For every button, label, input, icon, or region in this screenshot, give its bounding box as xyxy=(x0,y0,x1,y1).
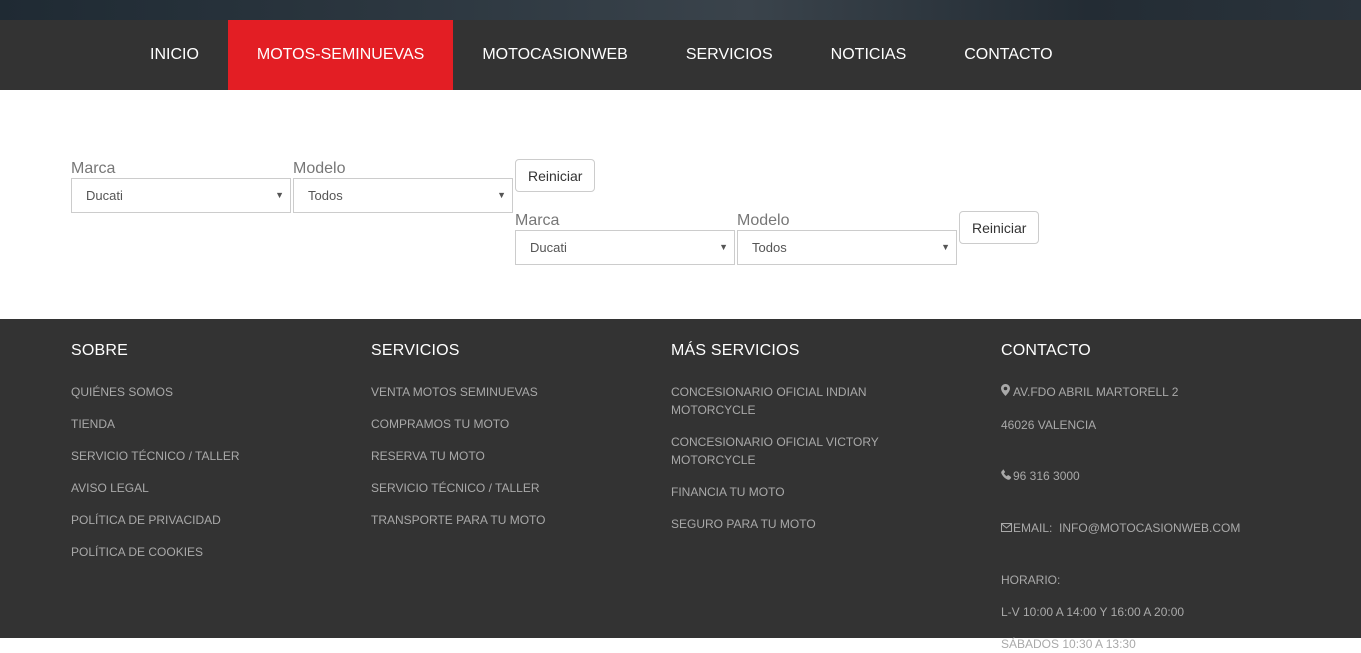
phone-text: 96 316 3000 xyxy=(1013,469,1080,483)
contact-address-line2: 46026 VALENCIA xyxy=(1001,418,1097,432)
dropdown-arrow-icon: ▼ xyxy=(275,190,284,200)
footer-link[interactable]: FINANCIA TU MOTO xyxy=(671,483,951,501)
footer-link[interactable]: CONCESIONARIO OFICIAL INDIAN MOTORCYCLE xyxy=(671,383,951,419)
brand-select-value: Ducati xyxy=(86,188,123,203)
contact-phone[interactable]: 96 316 3000 xyxy=(1001,467,1301,486)
reset-button[interactable]: Reiniciar xyxy=(515,159,596,192)
address-line1-text: AV.FDO ABRIL MARTORELL 2 xyxy=(1013,385,1179,399)
model-select[interactable]: Todos ▼ xyxy=(293,178,513,213)
footer-links-servicios: VENTA MOTOS SEMINUEVAS COMPRAMOS TU MOTO… xyxy=(371,383,641,529)
model-select-value: Todos xyxy=(308,188,343,203)
nav-item-inicio[interactable]: INICIO xyxy=(121,20,228,90)
email-label: EMAIL: xyxy=(1013,521,1053,535)
footer-heading-sobre: SOBRE xyxy=(71,342,129,359)
footer-col-sobre: SOBRE QUIÉNES SOMOS TIENDA SERVICIO TÉCN… xyxy=(71,341,341,575)
reset-button[interactable]: Reiniciar xyxy=(959,211,1040,244)
brand-select-value: Ducati xyxy=(530,240,567,255)
footer-link[interactable]: SEGURO PARA TU MOTO xyxy=(671,515,951,533)
site-footer: SOBRE QUIÉNES SOMOS TIENDA SERVICIO TÉCN… xyxy=(0,319,1361,651)
phone-icon xyxy=(1001,468,1013,486)
footer-link[interactable]: CONCESIONARIO OFICIAL VICTORY MOTORCYCLE xyxy=(671,433,891,469)
filter-section: Marca Ducati ▼ Modelo Todos ▼ Reiniciar … xyxy=(0,90,1361,319)
model-label: Modelo xyxy=(737,212,790,229)
brand-label: Marca xyxy=(515,212,560,229)
nav-item-noticias[interactable]: NOTICIAS xyxy=(802,20,936,90)
dropdown-arrow-icon: ▼ xyxy=(497,190,506,200)
dropdown-arrow-icon: ▼ xyxy=(719,242,728,252)
footer-link[interactable]: TRANSPORTE PARA TU MOTO xyxy=(371,511,641,529)
hours-weekdays: L-V 10:00 A 14:00 Y 16:00 A 20:00 xyxy=(1001,605,1185,619)
filter-group-2: Marca Ducati ▼ Modelo Todos ▼ Reiniciar xyxy=(515,211,1040,265)
model-select-value: Todos xyxy=(752,240,787,255)
footer-links-mas-servicios: CONCESIONARIO OFICIAL INDIAN MOTORCYCLE … xyxy=(671,383,951,533)
nav-item-motocasionweb[interactable]: MOTOCASIONWEB xyxy=(453,20,657,90)
model-label: Modelo xyxy=(293,160,346,177)
brand-label: Marca xyxy=(71,160,116,177)
footer-link[interactable]: POLÍTICA DE COOKIES xyxy=(71,543,341,561)
footer-heading-servicios: SERVICIOS xyxy=(371,342,460,359)
contact-email[interactable]: EMAIL: INFO@MOTOCASIONWEB.COM xyxy=(1001,519,1301,538)
nav-item-motos-seminuevas[interactable]: MOTOS-SEMINUEVAS xyxy=(227,20,454,90)
footer-link[interactable]: SERVICIO TÉCNICO / TALLER xyxy=(371,479,641,497)
footer-col-contacto: CONTACTO AV.FDO ABRIL MARTORELL 2 46026 … xyxy=(1001,341,1301,653)
brand-field: Marca Ducati ▼ xyxy=(515,212,737,265)
nav-item-servicios[interactable]: SERVICIOS xyxy=(657,20,802,90)
model-field: Modelo Todos ▼ xyxy=(293,160,515,213)
contact-address-line1: AV.FDO ABRIL MARTORELL 2 xyxy=(1001,383,1301,402)
footer-col-mas-servicios: MÁS SERVICIOS CONCESIONARIO OFICIAL INDI… xyxy=(671,341,951,547)
footer-links-sobre: QUIÉNES SOMOS TIENDA SERVICIO TÉCNICO / … xyxy=(71,383,341,561)
brand-select[interactable]: Ducati ▼ xyxy=(515,230,735,265)
footer-link[interactable]: SERVICIO TÉCNICO / TALLER xyxy=(71,447,341,465)
footer-heading-contacto: CONTACTO xyxy=(1001,342,1091,359)
footer-link[interactable]: POLÍTICA DE PRIVACIDAD xyxy=(71,511,341,529)
email-text[interactable]: INFO@MOTOCASIONWEB.COM xyxy=(1059,521,1240,535)
brand-field: Marca Ducati ▼ xyxy=(71,160,293,213)
brand-select[interactable]: Ducati ▼ xyxy=(71,178,291,213)
dropdown-arrow-icon: ▼ xyxy=(941,242,950,252)
hours-title: HORARIO: xyxy=(1001,573,1061,587)
envelope-icon xyxy=(1001,520,1013,538)
model-select[interactable]: Todos ▼ xyxy=(737,230,957,265)
nav-list: INICIO MOTOS-SEMINUEVAS MOTOCASIONWEB SE… xyxy=(121,20,1082,90)
main-navbar: INICIO MOTOS-SEMINUEVAS MOTOCASIONWEB SE… xyxy=(0,20,1361,90)
filter-group-1: Marca Ducati ▼ Modelo Todos ▼ Reiniciar xyxy=(71,159,596,213)
footer-link[interactable]: TIENDA xyxy=(71,415,341,433)
footer-heading-mas-servicios: MÁS SERVICIOS xyxy=(671,342,800,359)
footer-link[interactable]: VENTA MOTOS SEMINUEVAS xyxy=(371,383,641,401)
model-field: Modelo Todos ▼ xyxy=(737,212,959,265)
footer-link[interactable]: AVISO LEGAL xyxy=(71,479,341,497)
footer-link[interactable]: COMPRAMOS TU MOTO xyxy=(371,415,641,433)
hero-image-strip xyxy=(0,0,1361,20)
nav-item-contacto[interactable]: CONTACTO xyxy=(935,20,1081,90)
footer-link[interactable]: QUIÉNES SOMOS xyxy=(71,383,341,401)
map-marker-icon xyxy=(1001,384,1013,402)
footer-col-servicios: SERVICIOS VENTA MOTOS SEMINUEVAS COMPRAM… xyxy=(371,341,641,543)
contact-info: AV.FDO ABRIL MARTORELL 2 46026 VALENCIA … xyxy=(1001,383,1301,653)
footer-link[interactable]: RESERVA TU MOTO xyxy=(371,447,641,465)
